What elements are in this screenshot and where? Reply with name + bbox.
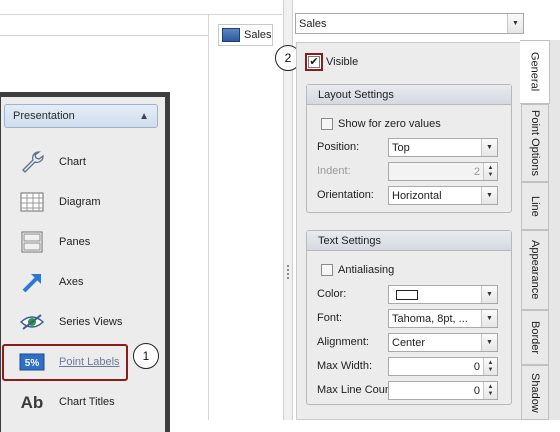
tab-line[interactable]: Line — [521, 182, 549, 230]
alignment-dropdown[interactable]: Center ▼ — [388, 333, 498, 352]
panes-icon — [19, 229, 45, 255]
nav-item-label: Series Views — [59, 316, 123, 328]
chevron-down-icon[interactable]: ▼ — [481, 187, 497, 204]
text-settings-title: Text Settings — [307, 231, 511, 251]
series-views-eye-icon — [19, 309, 45, 335]
tab-label: Line — [529, 195, 541, 217]
tab-point-options[interactable]: Point Options — [521, 104, 549, 182]
series-selector[interactable]: Sales ▼ — [295, 13, 524, 34]
chevron-down-icon[interactable]: ▼ — [481, 139, 497, 156]
font-value: Tahoma, 8pt, ... — [392, 312, 468, 325]
tab-label: Shadow — [529, 372, 541, 413]
navigation-panel: Presentation ▲ Chart Diagram Panes Axes … — [0, 92, 170, 432]
nav-item-axes[interactable]: Axes — [19, 267, 83, 297]
nav-item-diagram[interactable]: Diagram — [19, 187, 101, 217]
max-width-value: 0 — [473, 360, 480, 373]
chevron-up-icon[interactable]: ▲ — [139, 111, 149, 122]
tab-label: Point Options — [529, 109, 541, 177]
color-swatch-wrap — [392, 289, 481, 300]
max-line-count-label: Max Line Count: — [317, 384, 398, 396]
position-label: Position: — [317, 141, 360, 153]
nav-item-label: Chart — [59, 156, 86, 168]
tab-general[interactable]: General — [520, 40, 550, 104]
checkbox-icon[interactable] — [321, 264, 333, 276]
nav-item-label: Chart Titles — [59, 396, 115, 408]
chevron-down-icon[interactable]: ▼ — [481, 334, 497, 351]
tab-label: Border — [529, 320, 541, 355]
chart-diagram-edge — [208, 14, 209, 420]
chevron-down-icon[interactable]: ▼ — [481, 310, 497, 327]
svg-text:Ab: Ab — [21, 393, 44, 412]
checkbox-icon[interactable] — [321, 118, 333, 130]
chart-legend[interactable]: Sales — [218, 24, 273, 46]
spin-arrows-icon[interactable]: ▲ ▼ — [483, 358, 497, 375]
max-line-count-value: 0 — [473, 384, 480, 397]
indent-value: 2 — [473, 165, 480, 178]
spin-arrows-icon[interactable]: ▲ ▼ — [483, 382, 497, 399]
nav-item-label: Axes — [59, 276, 84, 288]
chevron-down-icon[interactable]: ▼ — [481, 286, 497, 303]
font-label: Font: — [317, 312, 343, 324]
chevron-down-icon[interactable]: ▼ — [507, 14, 523, 33]
spin-arrows-icon: ▲ ▼ — [483, 163, 497, 180]
presentation-header-label: Presentation — [13, 110, 75, 122]
orientation-label: Orientation: — [317, 189, 374, 201]
position-value: Top — [392, 141, 410, 154]
diagram-grid-icon — [19, 189, 45, 215]
antialiasing-label: Antialiasing — [338, 264, 395, 276]
checkmark-icon[interactable]: ✔ — [308, 56, 320, 68]
chart-titles-ab-icon: Ab — [19, 389, 45, 415]
property-tabs: General Point Options Line Appearance Bo… — [520, 40, 560, 420]
legend-label: Sales — [244, 29, 272, 41]
color-picker[interactable]: ▼ — [388, 285, 498, 304]
presentation-group-header[interactable]: Presentation ▲ — [4, 104, 158, 128]
wrench-icon — [19, 149, 45, 175]
orientation-value: Horizontal — [392, 189, 442, 202]
max-width-spinner[interactable]: 0 ▲ ▼ — [388, 357, 498, 376]
tab-border[interactable]: Border — [521, 310, 549, 365]
axes-arrow-icon — [19, 269, 45, 295]
alignment-value: Center — [392, 336, 426, 349]
tab-shadow[interactable]: Shadow — [521, 365, 549, 420]
max-width-label: Max Width: — [317, 360, 373, 372]
tab-appearance[interactable]: Appearance — [521, 230, 549, 310]
splitter-grip-icon[interactable] — [287, 265, 289, 279]
orientation-dropdown[interactable]: Horizontal ▼ — [388, 186, 498, 205]
position-dropdown[interactable]: Top ▼ — [388, 138, 498, 157]
callout-step-1: 1 — [133, 343, 159, 369]
visible-label: Visible — [326, 56, 359, 68]
visible-checkbox-highlight[interactable]: ✔ — [305, 53, 323, 71]
series-selector-value: Sales — [299, 17, 327, 30]
indent-spinner: 2 ▲ ▼ — [388, 162, 498, 181]
nav-item-panes[interactable]: Panes — [19, 227, 90, 257]
max-line-count-spinner[interactable]: 0 ▲ ▼ — [388, 381, 498, 400]
point-labels-highlight — [2, 344, 128, 381]
layout-settings-group: Layout Settings Show for zero values Pos… — [306, 84, 512, 213]
text-settings-group: Text Settings Antialiasing Color: ▼ Font… — [306, 230, 512, 405]
tab-label: Appearance — [529, 240, 541, 300]
nav-item-series-views[interactable]: Series Views — [19, 307, 122, 337]
color-label: Color: — [317, 288, 347, 300]
indent-label: Indent: — [317, 165, 351, 177]
show-zero-values-checkbox[interactable]: Show for zero values — [321, 118, 441, 130]
nav-item-label: Diagram — [59, 196, 101, 208]
color-swatch — [396, 289, 418, 300]
visible-checkbox-row[interactable]: ✔ Visible — [305, 53, 358, 71]
nav-item-chart[interactable]: Chart — [19, 147, 86, 177]
layout-settings-title: Layout Settings — [307, 85, 511, 105]
tab-label: General — [528, 52, 541, 92]
nav-item-chart-titles[interactable]: Ab Chart Titles — [19, 387, 115, 417]
font-picker[interactable]: Tahoma, 8pt, ... ▼ — [388, 309, 498, 328]
chart-border-line — [0, 35, 208, 36]
legend-swatch-sales — [222, 28, 240, 42]
alignment-label: Alignment: — [317, 336, 369, 348]
show-zero-label: Show for zero values — [338, 118, 441, 130]
antialiasing-checkbox[interactable]: Antialiasing — [321, 264, 394, 276]
nav-item-label: Panes — [59, 236, 91, 248]
